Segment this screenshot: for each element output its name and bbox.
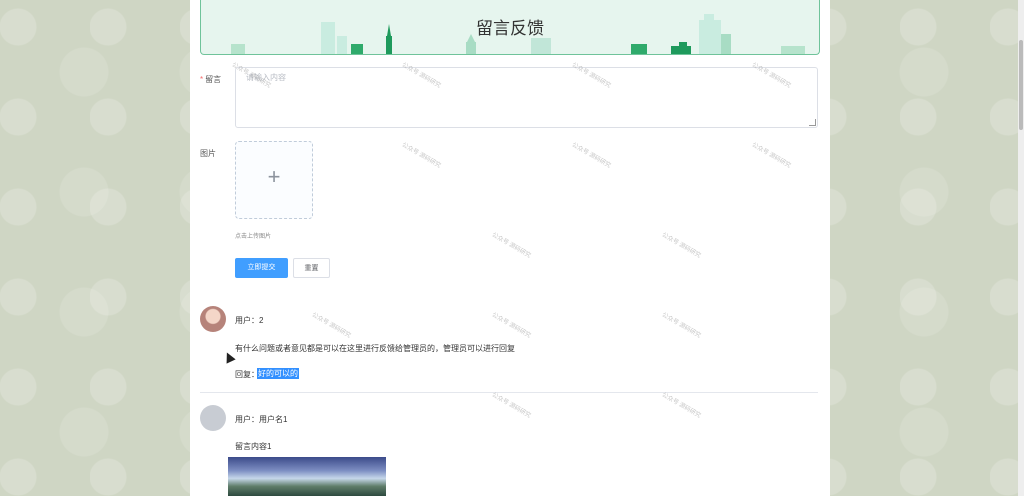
watermark: 公众号 源码研究 xyxy=(490,232,532,260)
message-user: 用户：用户名1 xyxy=(235,415,288,424)
plus-icon: + xyxy=(267,164,281,189)
header-banner: 留言反馈 xyxy=(200,0,820,55)
message-content: 有什么问题或者意见都是可以在这里进行反馈给管理员的，管理员可以进行回复 xyxy=(235,344,515,353)
reply-label: 回复： xyxy=(235,370,259,379)
watermark: 公众号 源码研究 xyxy=(490,312,532,340)
reply-text: 好的可以的 xyxy=(257,368,299,379)
avatar xyxy=(200,405,226,431)
message-content: 留言内容1 xyxy=(235,442,272,451)
message-textarea[interactable]: 请输入内容 xyxy=(235,67,818,128)
message-divider xyxy=(200,392,818,393)
upload-tip: 点击上传图片 xyxy=(235,234,272,240)
watermark: 公众号 源码研究 xyxy=(750,142,792,170)
avatar xyxy=(200,306,226,332)
message-placeholder: 请输入内容 xyxy=(246,73,286,82)
page-scrollbar[interactable] xyxy=(1018,0,1024,496)
resize-handle-icon[interactable] xyxy=(809,119,816,126)
message-user: 用户：2 xyxy=(235,316,264,325)
watermark: 公众号 源码研究 xyxy=(310,312,352,340)
watermark: 公众号 源码研究 xyxy=(570,142,612,170)
message-label: * 留言 xyxy=(200,75,222,84)
watermark: 公众号 源码研究 xyxy=(660,312,702,340)
scrollbar-thumb[interactable] xyxy=(1019,40,1023,130)
watermark: 公众号 源码研究 xyxy=(660,392,702,420)
image-upload-box[interactable]: + xyxy=(235,141,313,219)
required-asterisk: * xyxy=(200,75,204,84)
watermark: 公众号 源码研究 xyxy=(660,232,702,260)
reset-button[interactable]: 重置 xyxy=(293,258,330,278)
skyline-illustration xyxy=(231,14,805,54)
message-image xyxy=(228,457,386,496)
image-label: 图片 xyxy=(200,149,216,158)
watermark: 公众号 源码研究 xyxy=(400,142,442,170)
submit-button[interactable]: 立即提交 xyxy=(235,258,288,278)
watermark: 公众号 源码研究 xyxy=(490,392,532,420)
feedback-panel: 留言反馈 * 留言 请输入内容 图片 + 点击上传图片 立即提交 重置 用户：2… xyxy=(190,0,830,496)
